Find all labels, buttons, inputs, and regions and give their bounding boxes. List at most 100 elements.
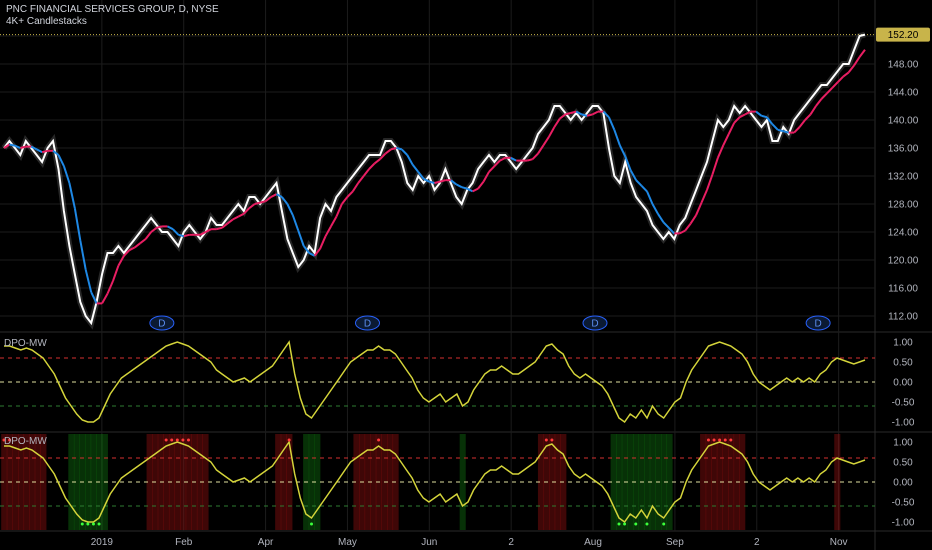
- ma-segment: [297, 230, 305, 247]
- ma-segment: [657, 213, 665, 223]
- osc2-dot: [718, 438, 722, 442]
- ma-segment: [254, 201, 261, 205]
- ma-segment: [232, 215, 239, 221]
- ma-segment: [809, 105, 817, 115]
- price-axis: 112.00 116.00 120.00 124.00 128.00 132.00 136.…: [876, 27, 930, 529]
- osc2-dot: [187, 438, 190, 442]
- grid: [0, 0, 932, 550]
- ma-segment: [335, 203, 343, 217]
- ma-segment: [9, 143, 16, 147]
- ma-segment: [259, 200, 266, 204]
- ma-segment: [373, 158, 381, 165]
- ma-segment: [662, 221, 670, 229]
- ma-segment: [842, 71, 850, 78]
- osc2-dot: [662, 522, 666, 526]
- ma-segment: [858, 49, 866, 58]
- ma-segment: [607, 116, 616, 131]
- ma-segment: [635, 179, 643, 187]
- dividend-markers: DDDD: [149, 315, 831, 331]
- ma-segment: [346, 190, 354, 198]
- ma-segment: [526, 158, 533, 162]
- ma-segment: [134, 242, 141, 249]
- ma-segment: [771, 123, 779, 131]
- ma-segment: [826, 87, 834, 95]
- osc2-title: DPO-MW: [4, 436, 47, 447]
- osc2-dot: [175, 438, 179, 442]
- chart-header: PNC FINANCIAL SERVICES GROUP, D, NYSE 4K…: [6, 4, 219, 28]
- ma-segment: [488, 165, 496, 173]
- ma-segment: [793, 126, 801, 134]
- ma-segment: [472, 187, 479, 193]
- ma-segment: [651, 203, 659, 215]
- ma-segment: [798, 119, 806, 128]
- ma-segment: [586, 113, 593, 117]
- ma-segment: [439, 179, 446, 183]
- osc2-dot: [310, 522, 313, 526]
- ma-segment: [79, 240, 87, 270]
- y-tick-label: 144.00: [888, 88, 919, 99]
- y-tick-label: 148.00: [888, 60, 919, 71]
- ma-segment: [167, 225, 174, 231]
- osc2-dot: [181, 438, 185, 442]
- ma-segment: [711, 157, 719, 175]
- indicator-title: 4K+ Candlestacks: [6, 16, 87, 27]
- ma-segment: [84, 269, 93, 293]
- ma-segment: [815, 98, 823, 107]
- x-tick-label: Feb: [175, 537, 193, 548]
- ma-segment: [117, 255, 125, 267]
- ma-segment: [565, 112, 571, 116]
- ma-segment: [390, 147, 397, 151]
- ma-segment: [700, 189, 708, 203]
- ma-segment: [396, 147, 403, 151]
- osc2-dot: [706, 438, 710, 442]
- x-tick-label: Sep: [666, 537, 684, 548]
- osc2-dot: [544, 438, 548, 442]
- ma-segment: [542, 136, 550, 146]
- last-price-tag-text: 152.20: [888, 30, 919, 41]
- osc2-y-tick-label: 0.50: [893, 458, 913, 469]
- x-tick-label: Apr: [258, 537, 274, 548]
- ma-segment: [20, 145, 27, 149]
- ma-segment: [291, 214, 300, 231]
- ma-segment: [324, 225, 332, 237]
- ma-segment: [156, 225, 163, 229]
- ma-segment: [112, 265, 120, 282]
- y-tick-label: 132.00: [888, 172, 919, 183]
- ma-segment: [319, 235, 327, 250]
- y-tick-label: 112.00: [888, 312, 918, 323]
- ma-segment: [434, 180, 441, 184]
- x-tick-label: May: [338, 537, 357, 548]
- ma-segment: [178, 233, 185, 238]
- y-tick-label: 120.00: [888, 256, 919, 267]
- ma-segment: [646, 191, 654, 205]
- osc1-y-tick-label: 0.00: [893, 378, 913, 389]
- ma-segment: [640, 185, 648, 193]
- ma-segment: [455, 183, 463, 189]
- y-tick-label: 136.00: [888, 144, 919, 155]
- osc2-dot: [80, 522, 84, 526]
- dividend-marker-label: D: [591, 319, 598, 330]
- dividend-marker-label: D: [815, 319, 822, 330]
- osc2-y-tick-label: -0.50: [892, 498, 915, 509]
- ma-segment: [411, 164, 419, 173]
- ma-segment: [216, 226, 223, 231]
- osc2-dot: [617, 522, 621, 526]
- x-tick-label: Jun: [421, 537, 437, 548]
- chart-canvas: 112.00 116.00 120.00 124.00 128.00 132.00 136.…: [0, 0, 932, 550]
- osc1-y-tick-label: -1.00: [892, 418, 915, 429]
- x-tick-label: Nov: [830, 537, 848, 548]
- osc2-dot: [164, 438, 168, 442]
- ma-segment: [351, 182, 360, 192]
- osc2-dot: [377, 438, 381, 442]
- ma-segment: [722, 133, 730, 146]
- osc2-dot: [623, 522, 627, 526]
- ma-segment: [783, 130, 789, 134]
- ma-segment: [831, 81, 839, 89]
- ma-segment: [684, 222, 692, 232]
- ma-segment: [106, 280, 114, 294]
- ma-segment: [689, 214, 697, 225]
- osc2-y-tick-label: 1.00: [893, 438, 913, 449]
- ma-segment: [428, 180, 435, 184]
- y-tick-label: 140.00: [888, 116, 919, 127]
- ma-segment: [531, 152, 539, 160]
